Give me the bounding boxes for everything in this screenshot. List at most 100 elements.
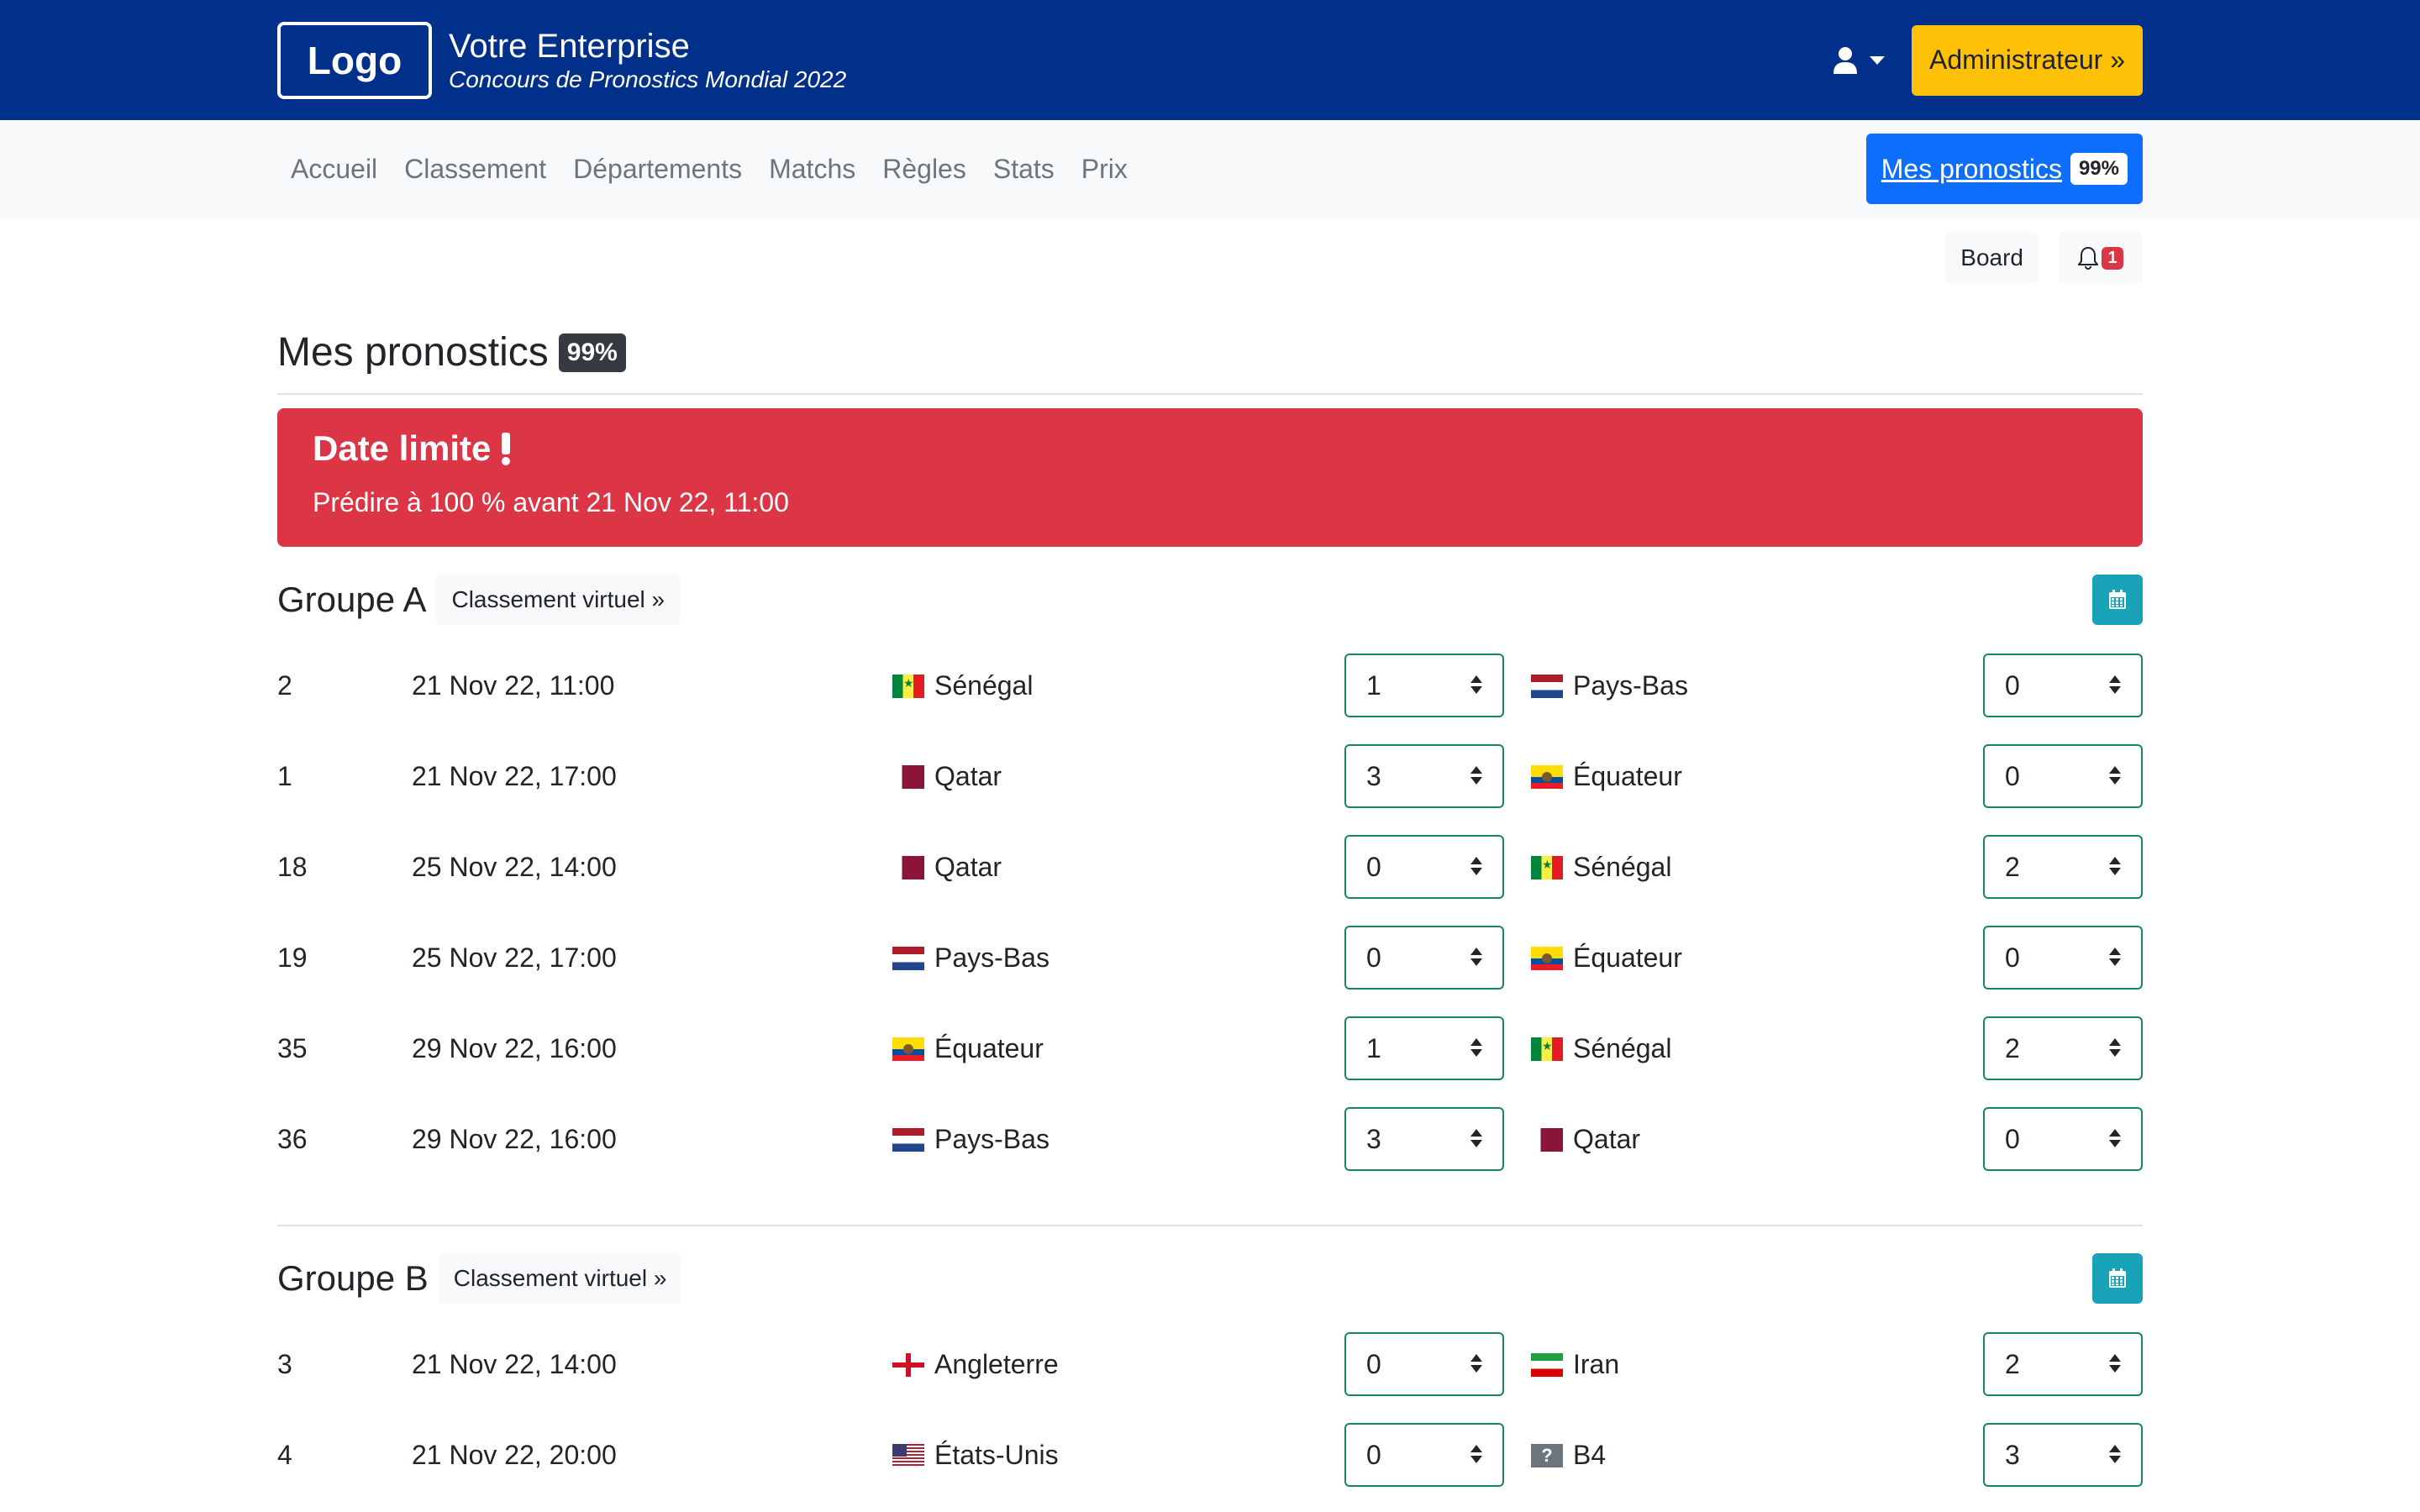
ec-flag-icon <box>892 1037 924 1061</box>
home-score-value: 0 <box>1366 942 1381 973</box>
nav-stats[interactable]: Stats <box>993 154 1055 185</box>
eng-flag-icon <box>892 1352 924 1377</box>
group-title: Groupe B <box>277 1258 429 1298</box>
iran-flag-icon <box>1531 1352 1563 1377</box>
brand: Votre Enterprise Concours de Pronostics … <box>449 27 846 94</box>
match-row: 35 29 Nov 22, 16:00 Équateur 1 Sénégal 2 <box>277 1016 2143 1080</box>
us-flag-icon <box>892 1443 924 1467</box>
chevron-down-icon <box>1870 55 1886 65</box>
home-score-select[interactable]: 0 <box>1344 1423 1504 1487</box>
qatar-flag-icon <box>892 855 924 879</box>
select-arrows-icon <box>2109 1354 2121 1378</box>
away-score-select[interactable]: 2 <box>1983 1016 2143 1080</box>
away-score-select[interactable]: 0 <box>1983 654 2143 717</box>
match-row: 1 21 Nov 22, 17:00 Qatar 3 Équateur 0 <box>277 744 2143 808</box>
select-arrows-icon <box>1470 766 1482 790</box>
away-score-select[interactable]: 0 <box>1983 744 2143 808</box>
nav-accueil[interactable]: Accueil <box>291 154 377 185</box>
calendar-button[interactable] <box>2092 1253 2143 1304</box>
away-team: Pays-Bas <box>1531 670 1688 701</box>
group-b: Groupe B Classement virtuel » <box>277 1253 2143 1304</box>
calendar-icon <box>2109 590 2126 609</box>
home-team-name: Qatar <box>934 761 1002 791</box>
home-score-select[interactable]: 0 <box>1344 926 1504 990</box>
away-score-select[interactable]: 3 <box>1983 1423 2143 1487</box>
home-score-value: 0 <box>1366 1348 1381 1379</box>
select-arrows-icon <box>2109 1129 2121 1152</box>
away-team: Qatar <box>1531 1124 1640 1155</box>
home-team-name: États-Unis <box>934 1440 1059 1470</box>
away-team: Sénégal <box>1531 1033 1671 1064</box>
deadline-alert: Date limite Prédire à 100 % avant 21 Nov… <box>277 408 2143 547</box>
nav-prix[interactable]: Prix <box>1081 154 1128 185</box>
away-team: Sénégal <box>1531 852 1671 883</box>
home-score-select[interactable]: 0 <box>1344 1332 1504 1396</box>
match-row: 18 25 Nov 22, 14:00 Qatar 0 Sénégal 2 <box>277 835 2143 899</box>
exclamation-icon <box>502 433 511 465</box>
home-team-name: Pays-Bas <box>934 1124 1050 1154</box>
notifications-button[interactable]: 1 <box>2059 233 2143 283</box>
away-team-name: Sénégal <box>1573 1033 1672 1063</box>
match-date: 21 Nov 22, 11:00 <box>412 670 615 701</box>
home-score-select[interactable]: 3 <box>1344 744 1504 808</box>
home-score-select[interactable]: 1 <box>1344 654 1504 717</box>
home-team: Angleterre <box>892 1349 1059 1380</box>
nav-classement[interactable]: Classement <box>404 154 546 185</box>
home-score-select[interactable]: 3 <box>1344 1107 1504 1171</box>
home-team: Sénégal <box>892 670 1033 701</box>
away-score-select[interactable]: 0 <box>1983 1107 2143 1171</box>
select-arrows-icon <box>2109 766 2121 790</box>
home-team: Pays-Bas <box>892 942 1050 974</box>
virtual-ranking-button[interactable]: Classement virtuel » <box>436 575 681 625</box>
match-number: 36 <box>277 1124 308 1154</box>
nav-departements[interactable]: Départements <box>573 154 742 185</box>
home-team-name: Sénégal <box>934 670 1034 701</box>
select-arrows-icon <box>2109 948 2121 971</box>
page-progress-badge: 99% <box>558 333 626 372</box>
home-score-select[interactable]: 1 <box>1344 1016 1504 1080</box>
user-icon <box>1833 46 1858 74</box>
logo[interactable]: Logo <box>277 21 432 99</box>
unk-flag-icon: ? <box>1531 1443 1563 1467</box>
sub-actions: Board 1 <box>277 218 2143 297</box>
match-date: 29 Nov 22, 16:00 <box>412 1124 617 1154</box>
away-team-name: Équateur <box>1573 761 1682 791</box>
home-team-name: Pays-Bas <box>934 942 1050 973</box>
qatar-flag-icon <box>1531 1127 1563 1152</box>
home-score-select[interactable]: 0 <box>1344 835 1504 899</box>
away-team: ? B4 <box>1531 1440 1606 1471</box>
nav-matchs[interactable]: Matchs <box>769 154 855 185</box>
away-score-value: 2 <box>2005 1348 2020 1379</box>
away-score-select[interactable]: 2 <box>1983 835 2143 899</box>
match-row: 19 25 Nov 22, 17:00 Pays-Bas 0 Équateur 0 <box>277 926 2143 990</box>
select-arrows-icon <box>2109 675 2121 699</box>
group-a: Groupe A Classement virtuel » <box>277 575 2143 625</box>
select-arrows-icon <box>2109 1445 2121 1468</box>
my-predictions-button[interactable]: Mes pronostics 99% <box>1865 134 2143 204</box>
select-arrows-icon <box>1470 1129 1482 1152</box>
nav-regles[interactable]: Règles <box>882 154 966 185</box>
home-score-value: 3 <box>1366 760 1381 791</box>
home-team: Pays-Bas <box>892 1124 1050 1155</box>
match-row: 4 21 Nov 22, 20:00 États-Unis 0? B4 3 <box>277 1423 2143 1487</box>
away-score-select[interactable]: 0 <box>1983 926 2143 990</box>
nl-flag-icon <box>892 1127 924 1152</box>
admin-button[interactable]: Administrateur » <box>1912 24 2143 96</box>
match-number: 19 <box>277 942 308 973</box>
match-number: 18 <box>277 852 308 882</box>
away-team: Iran <box>1531 1349 1619 1380</box>
user-menu-dropdown[interactable] <box>1833 46 1886 75</box>
match-row: 3 21 Nov 22, 14:00 Angleterre 0 Iran 2 <box>277 1332 2143 1396</box>
match-number: 4 <box>277 1440 292 1470</box>
calendar-icon <box>2109 1268 2126 1288</box>
away-score-select[interactable]: 2 <box>1983 1332 2143 1396</box>
nl-flag-icon <box>1531 674 1563 698</box>
divider <box>277 1225 2143 1226</box>
virtual-ranking-button[interactable]: Classement virtuel » <box>438 1253 682 1304</box>
match-date: 25 Nov 22, 14:00 <box>412 852 617 882</box>
home-team-name: Équateur <box>934 1033 1044 1063</box>
qatar-flag-icon <box>892 764 924 789</box>
calendar-button[interactable] <box>2092 575 2143 625</box>
senegal-flag-icon <box>1531 855 1563 879</box>
board-button[interactable]: Board <box>1945 233 2039 283</box>
